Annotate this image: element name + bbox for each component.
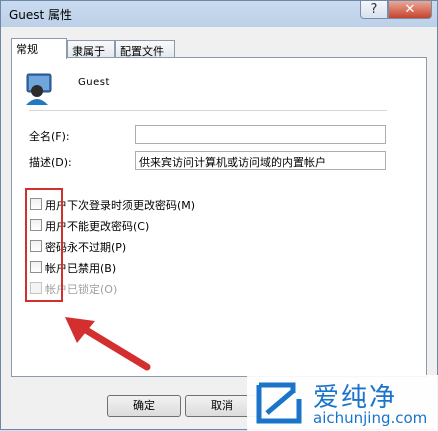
- description-label: 描述(D):: [29, 156, 72, 169]
- user-name: Guest: [78, 77, 110, 88]
- fullname-label: 全名(F):: [29, 130, 70, 143]
- properties-dialog: Guest 属性 ? ✕ 常规 隶属于 配置文件 Guest 全名(F): 描述…: [0, 0, 438, 431]
- window-title: Guest 属性: [9, 8, 73, 22]
- tab-member-of[interactable]: 隶属于: [67, 40, 115, 58]
- tab-general[interactable]: 常规: [11, 38, 67, 59]
- fullname-input[interactable]: [135, 125, 386, 144]
- watermark: 爱纯净 aichunjing.com: [247, 375, 438, 431]
- arrow-annotation: [65, 317, 151, 371]
- title-bar[interactable]: Guest 属性 ? ✕: [1, 1, 437, 27]
- help-button[interactable]: ?: [360, 1, 388, 19]
- option-label: 用户下次登录时须更改密码(M): [45, 199, 196, 212]
- watermark-text-en: aichunjing.com: [313, 409, 428, 427]
- ok-button[interactable]: 确定: [107, 395, 181, 417]
- divider: [29, 110, 387, 111]
- tab-profile[interactable]: 配置文件: [115, 40, 175, 58]
- user-icon: [26, 73, 52, 105]
- description-input[interactable]: 供来宾访问计算机或访问域的内置帐户: [135, 151, 386, 170]
- watermark-logo-icon: [256, 382, 302, 424]
- close-button[interactable]: ✕: [388, 1, 432, 19]
- highlight-box: [25, 188, 63, 302]
